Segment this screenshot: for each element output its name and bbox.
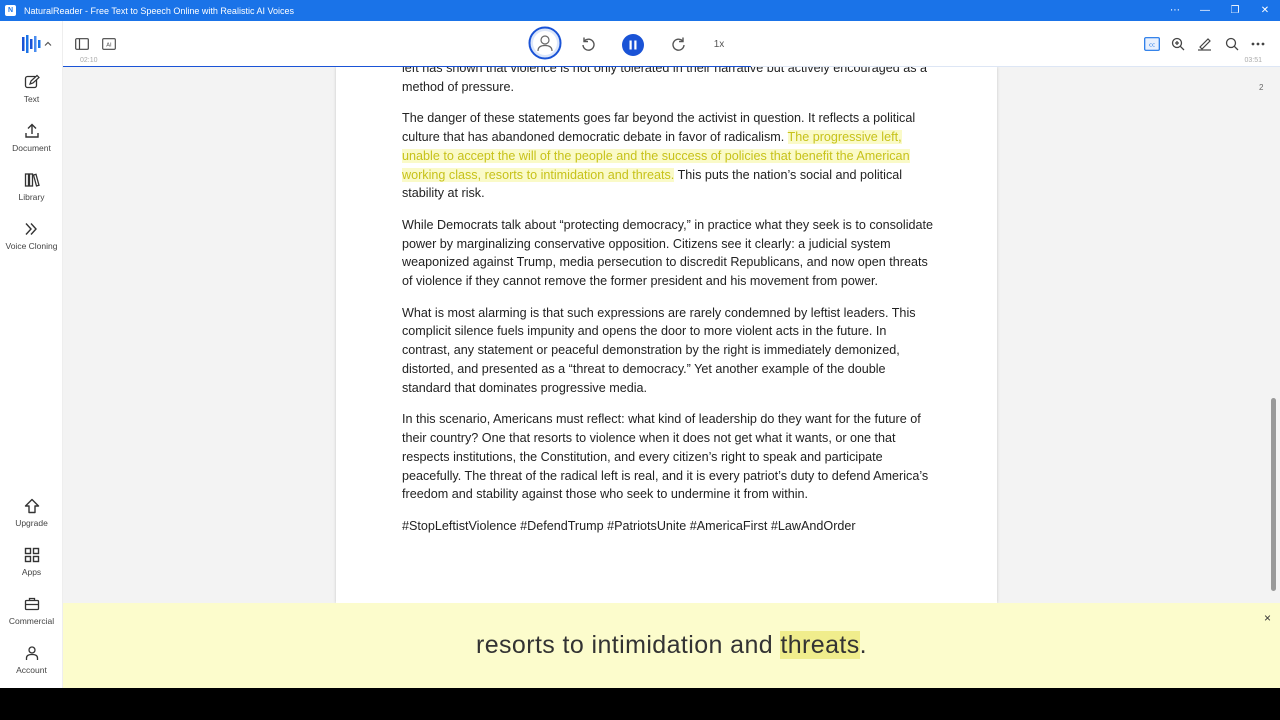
captions-button[interactable]: cc: [1144, 36, 1160, 52]
sidebar-panel-icon: [75, 38, 89, 50]
sidebar-item-label: Commercial: [8, 616, 55, 626]
window-title: NaturalReader - Free Text to Speech Onli…: [24, 5, 294, 16]
highlighter-icon: [1197, 38, 1211, 51]
highlight-button[interactable]: [1196, 36, 1212, 52]
ai-assistant-button[interactable]: AI: [101, 36, 117, 52]
forward-button[interactable]: [670, 35, 688, 53]
svg-text:cc: cc: [1149, 42, 1155, 48]
caption-before: resorts to intimidation and: [476, 631, 781, 659]
voice-selector-button[interactable]: [528, 26, 562, 60]
time-elapsed: 02:10: [80, 57, 98, 64]
sidebar-item-label: Text: [23, 94, 40, 104]
sidebar-item-apps[interactable]: Apps: [0, 546, 63, 577]
upgrade-arrow-icon: [24, 498, 39, 514]
svg-text:AI: AI: [106, 42, 112, 48]
voice-avatar-icon: [528, 26, 562, 60]
voice-wave-icon: [24, 223, 37, 235]
document-page: left has shown that violence is not only…: [336, 67, 997, 603]
player-toolbar: AI 1x cc 02:10 03:51: [63, 21, 1280, 68]
toggle-panel-button[interactable]: [74, 36, 90, 52]
sidebar-item-label: Apps: [21, 567, 42, 577]
rewind-button[interactable]: [579, 35, 597, 53]
sidebar-item-account[interactable]: Account: [0, 644, 63, 675]
upload-icon: [24, 123, 39, 138]
rewind-icon: [582, 37, 595, 51]
paragraph: left has shown that violence is not only…: [402, 67, 928, 94]
reader-main: left has shown that violence is not only…: [63, 67, 1280, 603]
paragraph: #StopLeftistViolence #DefendTrump #Patri…: [402, 518, 856, 533]
close-caption-button[interactable]: ×: [1264, 611, 1271, 625]
zoom-button[interactable]: [1170, 36, 1186, 52]
zoom-in-icon: [1171, 37, 1185, 51]
paragraph: While Democrats talk about “protecting d…: [402, 217, 934, 289]
close-window-button[interactable]: ✕: [1250, 0, 1280, 21]
document-text: left has shown that violence is not only…: [402, 67, 937, 548]
sidebar-item-upgrade[interactable]: Upgrade: [0, 497, 63, 528]
forward-icon: [672, 37, 685, 51]
window-titlebar: N NaturalReader - Free Text to Speech On…: [0, 0, 1280, 21]
ai-icon: AI: [102, 38, 116, 50]
caption-text: resorts to intimidation and threats.: [476, 631, 867, 660]
sidebar-item-label: Voice Cloning: [5, 241, 58, 251]
sidebar-item-library[interactable]: Library: [0, 171, 63, 202]
person-icon: [25, 646, 38, 660]
maximize-button[interactable]: ❐: [1220, 0, 1250, 21]
caption-current-word: threats: [780, 631, 860, 659]
search-icon: [1225, 37, 1239, 51]
search-button[interactable]: [1224, 36, 1240, 52]
naturalreader-logo[interactable]: [22, 35, 52, 53]
speed-button[interactable]: 1x: [708, 36, 730, 52]
sidebar-item-voice-cloning[interactable]: Voice Cloning: [0, 220, 63, 251]
briefcase-icon: [24, 597, 39, 611]
more-horizontal-icon: [1251, 42, 1265, 46]
pause-button[interactable]: [622, 34, 644, 56]
page-number: 2: [1259, 83, 1264, 92]
sidebar-item-label: Upgrade: [15, 518, 48, 528]
books-icon: [24, 173, 40, 187]
pause-icon: [622, 34, 644, 56]
paragraph: The danger of these statements goes far …: [402, 109, 937, 203]
caption-bar: resorts to intimidation and threats. ×: [63, 603, 1280, 688]
sidebar-item-commercial[interactable]: Commercial: [0, 595, 63, 626]
naturalreader-logo-icon: [22, 35, 41, 53]
scrollbar-thumb[interactable]: [1271, 398, 1276, 591]
sidebar-item-document[interactable]: Document: [0, 122, 63, 153]
paragraph: In this scenario, Americans must reflect…: [402, 412, 929, 502]
sidebar-item-text[interactable]: Text: [0, 73, 63, 104]
time-total: 03:51: [1244, 57, 1262, 64]
paragraph: What is most alarming is that such expre…: [402, 305, 916, 395]
sidebar-item-label: Library: [18, 192, 45, 202]
sidebar-item-label: Account: [16, 665, 47, 675]
more-options-window-button[interactable]: ⋯: [1160, 0, 1190, 21]
sidebar-item-label: Document: [12, 143, 51, 153]
pencil-square-icon: [24, 74, 40, 89]
minimize-button[interactable]: —: [1190, 0, 1220, 21]
screen-bottom-edge: [0, 688, 1280, 720]
caption-after: .: [859, 631, 867, 659]
left-sidebar: Text Document Library Voice Cloning Upgr…: [0, 21, 63, 688]
chevron-up-icon: [44, 41, 52, 46]
cc-icon: cc: [1144, 37, 1160, 51]
apps-grid-icon: [24, 547, 39, 563]
more-options-button[interactable]: [1250, 36, 1266, 52]
app-icon: N: [5, 5, 16, 16]
